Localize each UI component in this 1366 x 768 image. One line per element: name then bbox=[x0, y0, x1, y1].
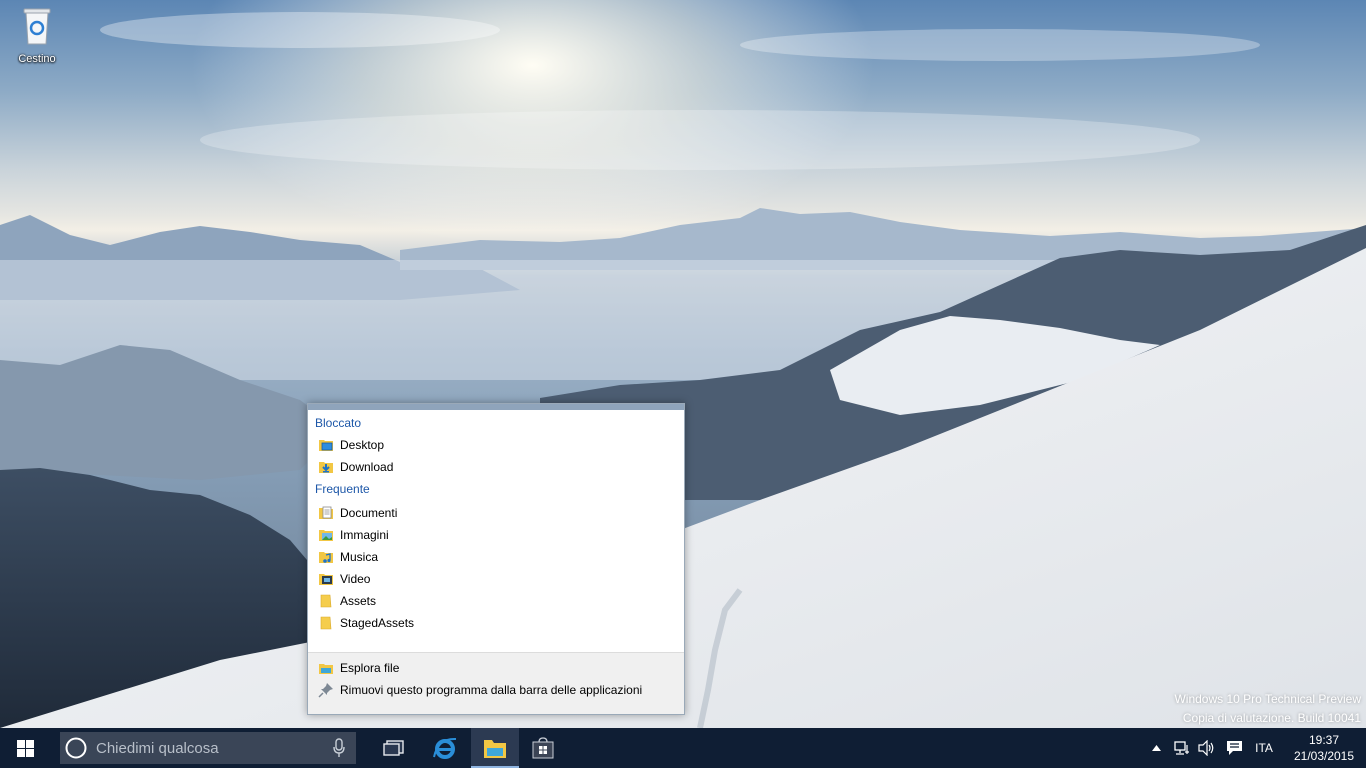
file-explorer-taskbar-button[interactable] bbox=[471, 728, 519, 768]
jump-item-assets[interactable]: Assets bbox=[308, 590, 684, 612]
jump-list-tasks: Esplora file Rimuovi questo programma da… bbox=[308, 652, 684, 714]
store-icon bbox=[532, 737, 554, 759]
recycle-bin[interactable]: Cestino bbox=[8, 6, 66, 65]
jump-item-label: Download bbox=[340, 460, 394, 474]
jump-item-label: Desktop bbox=[340, 438, 385, 452]
file-explorer-icon bbox=[319, 664, 333, 674]
search-placeholder: Chiedimi qualcosa bbox=[96, 739, 219, 757]
unpin-icon bbox=[318, 683, 333, 698]
frequent-section-title: Frequente bbox=[315, 482, 370, 496]
recycle-bin-icon bbox=[23, 8, 51, 45]
jump-item-musica[interactable]: Musica bbox=[308, 546, 684, 568]
internet-explorer-button[interactable] bbox=[420, 728, 470, 768]
documents-folder-icon bbox=[319, 506, 333, 519]
music-folder-icon bbox=[319, 552, 333, 563]
task-view-icon bbox=[383, 740, 404, 756]
file-explorer-icon bbox=[484, 740, 506, 758]
video-folder-icon bbox=[319, 574, 333, 585]
file-explorer-jump-list: Bloccato Desktop Download Frequente Docu… bbox=[307, 403, 685, 715]
notification-icon bbox=[1226, 741, 1242, 755]
jump-item-download[interactable]: Download bbox=[308, 456, 684, 478]
task-label: Rimuovi questo programma dalla barra del… bbox=[340, 683, 643, 697]
input-language-indicator[interactable]: ITA bbox=[1250, 728, 1278, 768]
clock[interactable]: 19:37 21/03/2015 bbox=[1284, 728, 1364, 768]
store-button[interactable] bbox=[519, 728, 567, 768]
windows-logo-icon bbox=[16, 739, 34, 757]
jump-item-stagedassets[interactable]: StagedAssets bbox=[308, 612, 684, 634]
start-button[interactable] bbox=[0, 728, 50, 768]
jump-item-immagini[interactable]: Immagini bbox=[308, 524, 684, 546]
taskbar: Chiedimi qualcosa ITA 19:37 21/03/2015 bbox=[0, 728, 1366, 768]
jump-item-video[interactable]: Video bbox=[308, 568, 684, 590]
task-label: Esplora file bbox=[340, 661, 400, 675]
action-center-button[interactable] bbox=[1222, 728, 1246, 768]
speaker-icon bbox=[1198, 740, 1214, 756]
jump-list-top-bar bbox=[308, 404, 684, 410]
watermark-edition: Windows 10 Pro Technical Preview bbox=[1174, 692, 1361, 706]
internet-explorer-icon bbox=[433, 737, 457, 759]
task-unpin-from-taskbar[interactable]: Rimuovi questo programma dalla barra del… bbox=[308, 679, 684, 701]
clock-time: 19:37 bbox=[1308, 733, 1340, 747]
download-folder-icon bbox=[319, 462, 333, 473]
network-button[interactable] bbox=[1170, 728, 1194, 768]
desktop-folder-icon bbox=[319, 440, 333, 451]
network-icon bbox=[1174, 741, 1189, 755]
pictures-folder-icon bbox=[319, 530, 333, 541]
jump-item-label: StagedAssets bbox=[340, 616, 415, 630]
chevron-up-icon bbox=[1151, 745, 1161, 751]
recycle-bin-label: Cestino bbox=[18, 53, 56, 65]
task-view-button[interactable] bbox=[369, 728, 419, 768]
jump-item-documenti[interactable]: Documenti bbox=[308, 502, 684, 524]
jump-item-label: Video bbox=[340, 572, 371, 586]
jump-item-label: Assets bbox=[340, 594, 377, 608]
jump-item-label: Musica bbox=[340, 550, 379, 564]
volume-button[interactable] bbox=[1196, 728, 1218, 768]
watermark-build: Copia di valutazione. Build 10041 bbox=[1182, 711, 1361, 725]
cortana-icon bbox=[65, 737, 87, 759]
show-hidden-icons-button[interactable] bbox=[1147, 728, 1165, 768]
microphone-icon[interactable] bbox=[332, 738, 346, 758]
jump-item-desktop[interactable]: Desktop bbox=[308, 434, 684, 456]
jump-item-label: Documenti bbox=[340, 506, 398, 520]
task-open-file-explorer[interactable]: Esplora file bbox=[308, 657, 684, 679]
pinned-section-title: Bloccato bbox=[315, 416, 362, 430]
jump-item-label: Immagini bbox=[340, 528, 389, 542]
folder-icon bbox=[320, 594, 332, 608]
folder-icon bbox=[320, 616, 332, 630]
clock-date: 21/03/2015 bbox=[1293, 749, 1355, 763]
search-box[interactable]: Chiedimi qualcosa bbox=[60, 732, 356, 764]
build-watermark: Windows 10 Pro Technical Preview Copia d… bbox=[1174, 690, 1361, 728]
